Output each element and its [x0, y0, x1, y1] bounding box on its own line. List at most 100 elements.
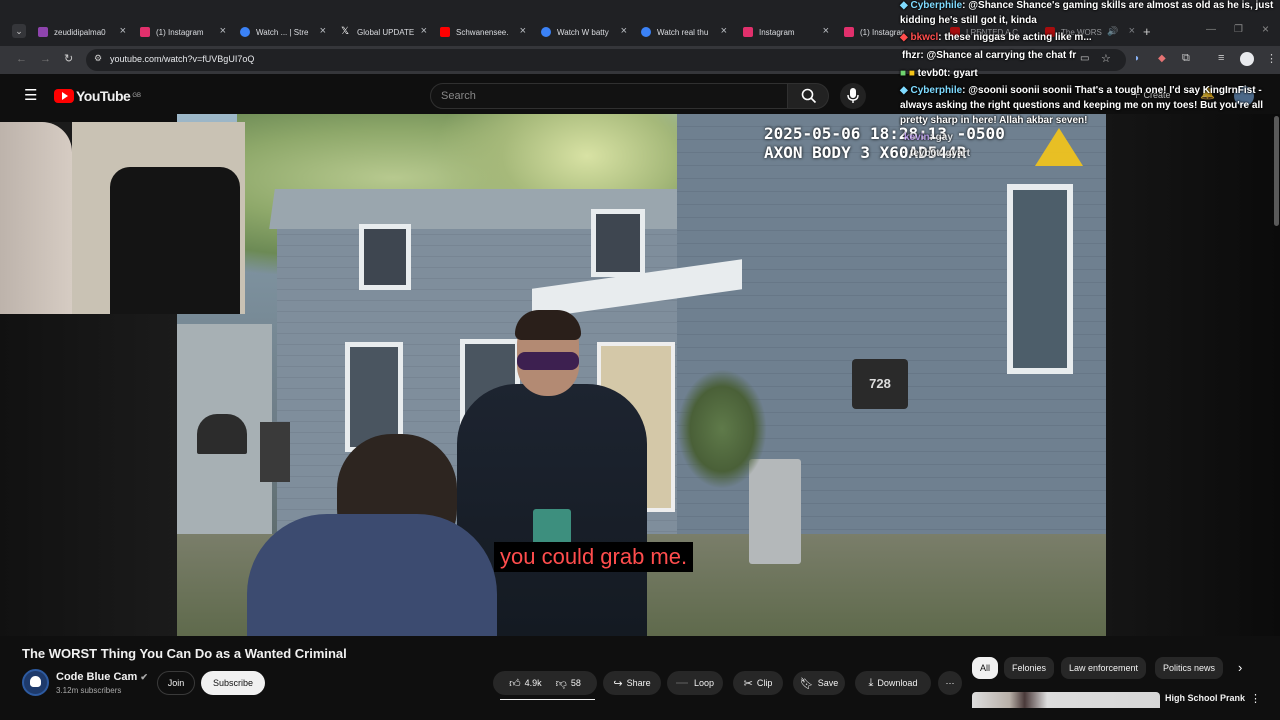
chat-user-icon: ◆	[900, 85, 908, 96]
chat-badge-icon: ■	[908, 68, 915, 79]
search-input[interactable]: Search	[430, 83, 788, 109]
instagram-favicon-icon	[844, 27, 854, 37]
chat-line: kidding he's still got it, kinda	[900, 15, 1037, 26]
chat-line: ■ ■ tevb0t: gyart	[900, 68, 978, 79]
recommended-more-icon[interactable]: ⋮	[1250, 692, 1261, 705]
chat-line: pretty sharp in here! Allah akbar seven!	[900, 115, 1088, 126]
chat-user-icon: ◆	[900, 0, 908, 11]
more-actions-button[interactable]: ⋯	[938, 671, 962, 695]
close-tab-icon[interactable]: ×	[823, 25, 829, 37]
browser-tab[interactable]: 𝕏 Global UPDATE ×	[341, 22, 427, 42]
share-button[interactable]: ↪ Share	[603, 671, 661, 695]
youtube-logo[interactable]: YouTube GB	[54, 88, 141, 104]
chip-all[interactable]: All	[972, 657, 999, 679]
subscribe-button[interactable]: Subscribe	[201, 671, 265, 695]
speaker-icon[interactable]: 🔊	[1107, 26, 1118, 37]
chat-username: Cyberphile	[910, 85, 963, 96]
join-button[interactable]: Join	[157, 671, 195, 695]
chip-felonies[interactable]: Felonies	[1004, 657, 1055, 679]
browser-tab[interactable]: (1) Instagram ×	[140, 22, 226, 42]
browser-tab[interactable]: Instagram ×	[743, 22, 829, 42]
chat-badge-icon: ■	[900, 68, 907, 79]
like-button[interactable]: 👍︎ 4.9k	[509, 677, 542, 690]
close-tab-icon[interactable]: ×	[421, 25, 427, 37]
axon-logo-icon	[1035, 128, 1083, 166]
browser-tab[interactable]: (1) Instagram	[844, 22, 904, 42]
browser-tab[interactable]: Watch real thu ×	[641, 22, 727, 42]
extension-icon[interactable]: ◆	[1158, 53, 1166, 64]
bookmark-star-icon[interactable]: ☆	[1101, 52, 1111, 65]
channel-avatar[interactable]	[22, 669, 49, 696]
chip-politics-news[interactable]: Politics news	[1155, 657, 1224, 679]
chat-username: fhzr	[902, 50, 921, 61]
close-tab-icon[interactable]: ×	[120, 25, 126, 37]
verified-check-icon: ✔	[140, 672, 148, 682]
browser-tab[interactable]: Schwanensee. ×	[440, 22, 526, 42]
media-controls-icon[interactable]: ≡	[1218, 52, 1224, 64]
close-tab-icon[interactable]: ×	[621, 25, 627, 37]
clip-button[interactable]: ✂ Clip	[733, 671, 783, 695]
url-text[interactable]: youtube.com/watch?v=fUVBgUI7oQ	[110, 54, 254, 64]
browser-tab[interactable]: zeudidipalma0 ×	[38, 22, 126, 42]
channel-name[interactable]: Code Blue Cam ✔	[56, 671, 148, 683]
like-dislike-group: 👍︎ 4.9k 👎︎ 58	[493, 671, 597, 695]
new-tab-button[interactable]: +	[1143, 24, 1151, 39]
timestamp-line-1: 2025-05-06 18:28:13 -0500	[764, 124, 1005, 143]
webcam-chair	[110, 167, 240, 314]
microphone-icon	[847, 88, 859, 103]
close-tab-icon[interactable]: ×	[520, 25, 526, 37]
cast-icon[interactable]: ▭	[1080, 53, 1089, 64]
close-tab-icon[interactable]: ×	[220, 25, 226, 37]
minimize-icon[interactable]: —	[1206, 24, 1216, 35]
dislike-button[interactable]: 👎︎ 58	[556, 677, 581, 690]
webcam-arm	[0, 122, 72, 314]
recommended-thumbnail[interactable]	[972, 692, 1160, 708]
profile-avatar[interactable]	[1240, 52, 1254, 66]
back-icon[interactable]: ←	[16, 53, 27, 65]
page-scrollbar[interactable]	[1274, 116, 1279, 226]
tab-favicon-icon	[38, 27, 48, 37]
thumbs-down-icon: 👎︎	[555, 677, 567, 690]
search-placeholder: Search	[441, 90, 476, 102]
loop-button[interactable]: Loop	[667, 671, 723, 695]
browser-tab[interactable]: Watch ... | Stre ×	[240, 22, 326, 42]
search-button[interactable]	[787, 83, 829, 109]
recommended-title[interactable]: High School Prank	[1165, 693, 1245, 703]
voice-search-button[interactable]	[840, 83, 866, 109]
chat-line: tevb0t: gyart	[910, 148, 971, 159]
potted-plant	[677, 369, 767, 489]
save-button[interactable]: 🔖︎ Save	[793, 671, 845, 695]
address-bar: ← → ↻ ⚙ youtube.com/watch?v=fUVBgUI7oQ ▭…	[0, 46, 1280, 74]
window	[1007, 184, 1073, 374]
chat-line: always asking the right questions and ke…	[900, 100, 1264, 111]
hamburger-menu-icon[interactable]: ☰	[24, 86, 37, 104]
tab-favicon-icon	[240, 27, 250, 37]
close-tab-icon[interactable]: ×	[1129, 25, 1135, 37]
close-tab-icon[interactable]: ×	[721, 25, 727, 37]
x-favicon-icon: 𝕏	[341, 26, 350, 37]
site-info-icon[interactable]: ⚙	[94, 53, 102, 64]
tab-search-chevron-icon[interactable]: ⌄	[12, 24, 26, 38]
chip-law-enforcement[interactable]: Law enforcement	[1061, 657, 1147, 679]
browser-tab[interactable]: Watch W batty ×	[541, 22, 627, 42]
grill	[260, 422, 290, 482]
video-caption: you could grab me.	[494, 542, 694, 572]
share-icon: ↪	[613, 677, 623, 690]
chrome-menu-icon[interactable]: ⋮	[1266, 52, 1277, 65]
chat-username: Cyberphile	[910, 0, 963, 11]
maximize-icon[interactable]: ❐	[1234, 24, 1243, 35]
chips-next-chevron-icon[interactable]: ›	[1238, 660, 1242, 675]
instagram-favicon-icon	[743, 27, 753, 37]
forward-icon[interactable]: →	[40, 53, 51, 65]
close-tab-icon[interactable]: ×	[320, 25, 326, 37]
close-window-icon[interactable]: ×	[1262, 22, 1269, 36]
window	[359, 224, 411, 290]
extensions-puzzle-icon[interactable]: ⧉	[1182, 52, 1190, 65]
more-horizontal-icon: ⋯	[945, 677, 955, 688]
extension-icon[interactable]: ◗	[1134, 53, 1140, 64]
reload-icon[interactable]: ↻	[64, 52, 73, 65]
chat-username: kevin	[904, 132, 930, 143]
download-button[interactable]: ⤓ Download	[855, 671, 931, 695]
man-body	[247, 514, 497, 636]
video-player[interactable]: 728 2025-05-06 18:28:13 -0500 AXON BODY …	[177, 114, 1106, 636]
